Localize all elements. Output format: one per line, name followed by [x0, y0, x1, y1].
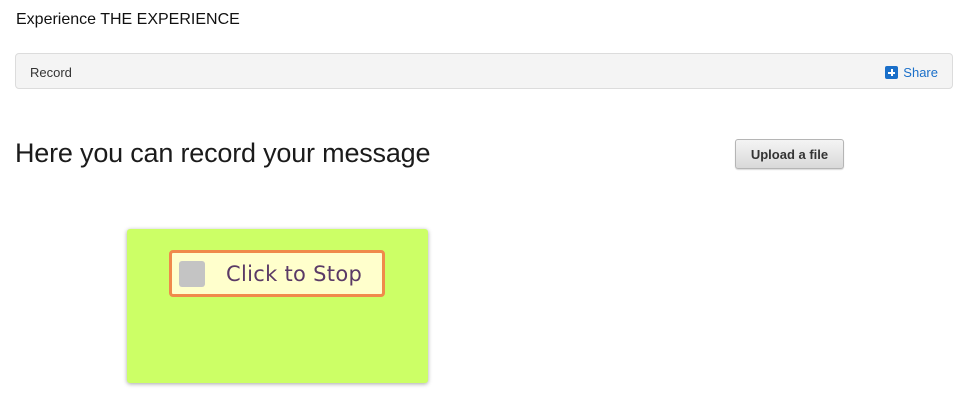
share-link[interactable]: Share — [885, 65, 938, 80]
page-heading: Here you can record your message — [15, 138, 431, 168]
nav-item-record[interactable]: Record — [30, 65, 72, 80]
recorder-panel: Click to Stop — [127, 229, 428, 383]
page: Experience THE EXPERIENCE Record Share H… — [0, 0, 968, 404]
plus-square-icon — [885, 66, 899, 79]
upload-file-button[interactable]: Upload a file — [735, 139, 844, 169]
stop-recording-label: Click to Stop — [226, 261, 363, 286]
stop-square-icon — [179, 260, 205, 287]
site-title: Experience THE EXPERIENCE — [16, 11, 240, 28]
nav-bar: Record Share — [15, 53, 953, 89]
share-label: Share — [903, 65, 938, 80]
stop-recording-button[interactable]: Click to Stop — [169, 250, 385, 297]
